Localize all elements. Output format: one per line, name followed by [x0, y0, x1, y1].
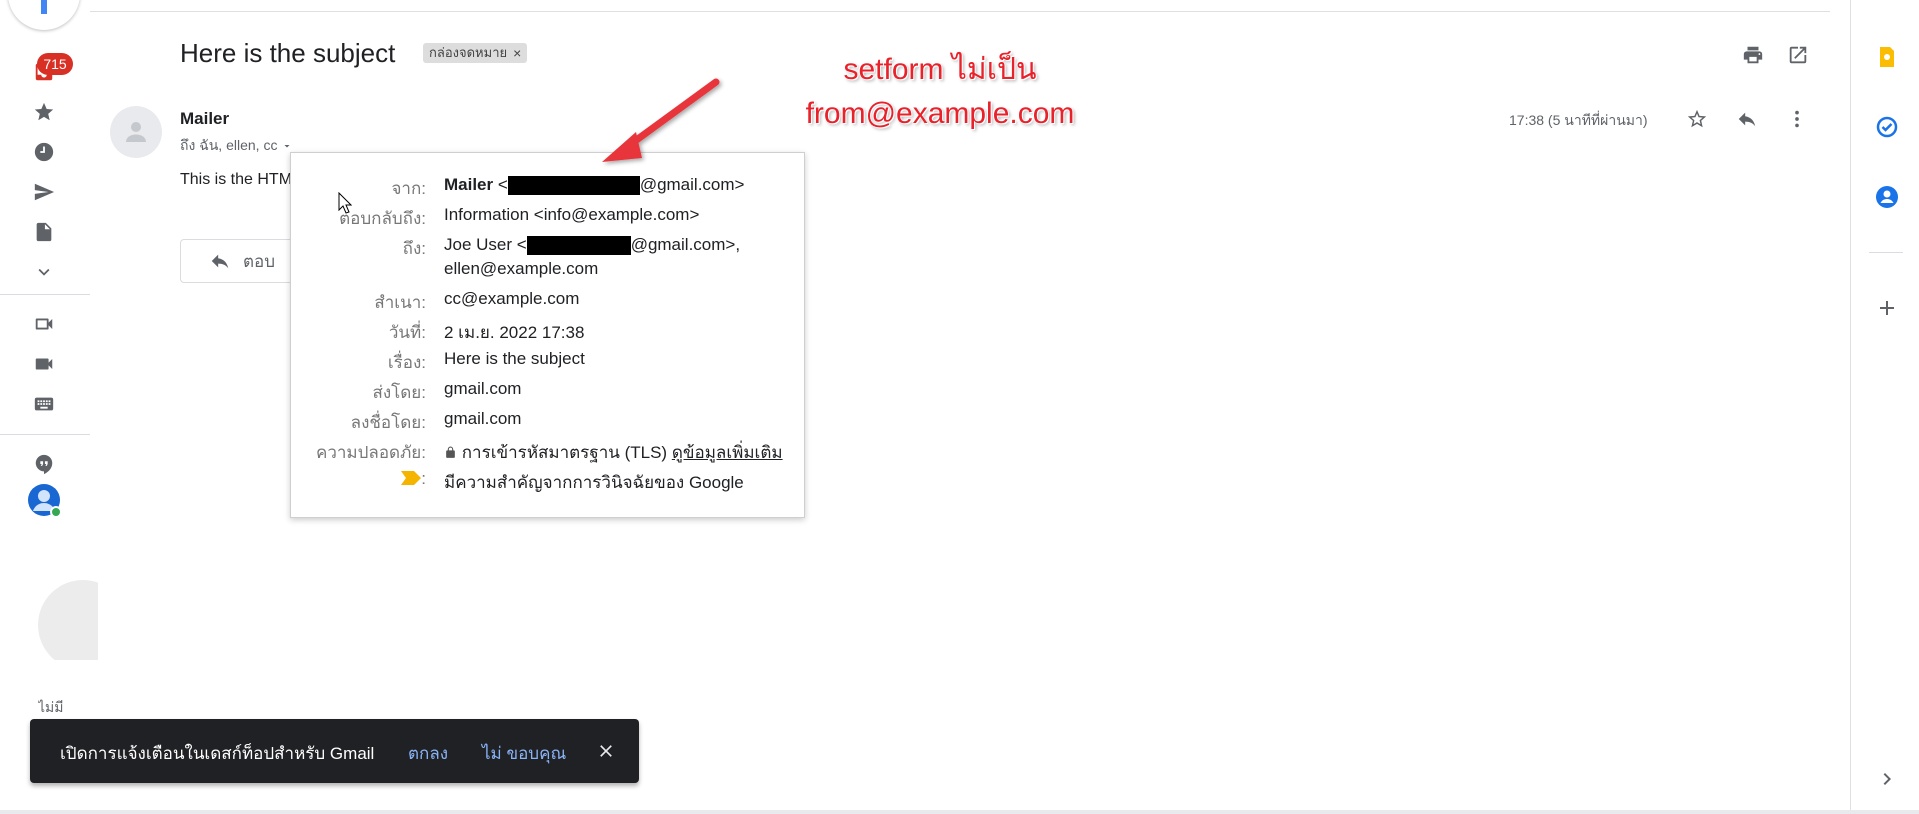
- chevron-down-icon[interactable]: [28, 256, 60, 288]
- close-icon[interactable]: [596, 741, 618, 763]
- importance-value: มีความสำคัญจากการวินิจฉัยของ Google: [444, 473, 744, 492]
- to-second-value: ellen@example.com: [444, 259, 599, 278]
- more-options-icon[interactable]: [1782, 104, 1812, 134]
- reply-icon[interactable]: [1732, 104, 1762, 134]
- cc-label: สำเนา:: [374, 293, 426, 312]
- date-label: วันที่:: [388, 323, 426, 342]
- signed-by-value: gmail.com: [444, 409, 522, 428]
- user-avatar-icon[interactable]: [28, 484, 60, 516]
- chevron-right-icon[interactable]: [1874, 766, 1900, 792]
- date-value: 2 เม.ย. 2022 17:38: [444, 323, 585, 342]
- side-divider: [1869, 252, 1903, 253]
- reply-arrow-icon: [211, 254, 229, 269]
- subject-value: Here is the subject: [444, 349, 585, 368]
- to-name: Joe User <: [444, 235, 527, 254]
- annotation-arrow: [602, 78, 720, 162]
- from-value: Mailer < @gmail.com>: [444, 175, 745, 196]
- clock-icon[interactable]: [28, 136, 60, 168]
- mailed-by-label: ส่งโดย:: [372, 383, 426, 402]
- recipients-summary: ถึง ฉัน, ellen, cc: [180, 137, 278, 153]
- print-icon[interactable]: [1738, 40, 1768, 70]
- rail-divider: [0, 294, 90, 295]
- reply-to-label: ตอบกลับถึง:: [339, 209, 426, 228]
- inbox-label-chip[interactable]: กล่องจดหมาย ×: [423, 43, 528, 63]
- keep-icon[interactable]: [1874, 44, 1900, 70]
- label-remove-icon[interactable]: ×: [513, 43, 521, 63]
- tls-text: การเข้ารหัสมาตรฐาน (TLS): [461, 443, 668, 462]
- add-addon-icon[interactable]: [1874, 295, 1900, 321]
- lock-icon: [444, 443, 457, 462]
- to-domain: @gmail.com>,: [630, 235, 741, 254]
- message-details-popup: จาก: Mailer < @gmail.com> ตอบกลับถึง: Inf…: [290, 152, 805, 518]
- chat-placeholder-avatar: [38, 580, 98, 660]
- left-nav-rail: 715 ไม่มี: [0, 0, 98, 814]
- hangouts-icon[interactable]: [28, 448, 60, 480]
- compose-plus-icon: [41, 0, 47, 14]
- video-camera-icon[interactable]: [28, 348, 60, 380]
- open-in-new-window-icon[interactable]: [1783, 40, 1813, 70]
- annotation-line-1: setform ไม่เป็น: [843, 53, 1037, 86]
- label-chip-text: กล่องจดหมาย: [429, 45, 508, 60]
- star-icon[interactable]: [28, 96, 60, 128]
- rail-divider: [0, 434, 90, 435]
- cc-value: cc@example.com: [444, 289, 580, 308]
- send-icon[interactable]: [28, 176, 60, 208]
- unread-count-badge: 715: [37, 53, 73, 75]
- redaction-bar: [507, 176, 640, 196]
- snackbar-no-thanks-button[interactable]: ไม่ ขอบคุณ: [482, 740, 566, 767]
- from-open: <: [497, 175, 508, 194]
- tasks-icon[interactable]: [1874, 114, 1900, 140]
- toolbar-divider: [90, 11, 1830, 12]
- mailed-by-value: gmail.com: [444, 379, 522, 398]
- from-domain: @gmail.com>: [639, 175, 745, 194]
- video-new-meeting-icon[interactable]: [28, 308, 60, 340]
- contacts-icon[interactable]: [1874, 184, 1900, 210]
- desktop-notification-snackbar: เปิดการแจ้งเตือนในเดสก์ท็อปสำหรับ Gmail …: [30, 719, 639, 783]
- redaction-bar: [526, 236, 631, 256]
- email-subject: Here is the subject: [180, 38, 396, 68]
- from-label: จาก:: [391, 179, 426, 198]
- security-value: การเข้ารหัสมาตรฐาน (TLS) ดูข้อมูลเพิ่มเต…: [444, 439, 783, 466]
- signed-by-label: ลงชื่อโดย:: [350, 413, 426, 432]
- draft-icon[interactable]: [28, 216, 60, 248]
- keyboard-icon[interactable]: [28, 388, 60, 420]
- subject-label: เรื่อง:: [387, 353, 426, 372]
- chat-empty-text: ไม่มี: [38, 699, 64, 715]
- to-label: ถึง:: [402, 239, 426, 258]
- security-label: ความปลอดภัย:: [315, 443, 426, 462]
- to-value: Joe User < @gmail.com>,: [444, 235, 741, 256]
- recipients-toggle[interactable]: ถึง ฉัน, ellen, cc: [180, 135, 293, 157]
- sender-avatar: [110, 106, 162, 158]
- star-message-icon[interactable]: [1682, 104, 1712, 134]
- reply-to-value: Information <info@example.com>: [444, 205, 700, 224]
- annotation-text: setform ไม่เป็น from@example.com: [770, 48, 1110, 136]
- person-icon: [126, 122, 146, 142]
- bottom-strip: [0, 810, 1919, 814]
- caret-down-icon[interactable]: [281, 140, 293, 152]
- importance-label: :: [401, 469, 426, 489]
- annotation-line-2: from@example.com: [805, 97, 1075, 130]
- reply-button-label: ตอบ: [243, 251, 276, 271]
- message-time: 17:38 (5 นาทีที่ผ่านมา): [1509, 112, 1648, 128]
- compose-button[interactable]: [8, 0, 80, 30]
- sender-name: Mailer: [180, 109, 230, 128]
- snackbar-ok-button[interactable]: ตกลง: [408, 740, 448, 767]
- learn-more-link[interactable]: ดูข้อมูลเพิ่มเติม: [672, 443, 783, 462]
- from-name: Mailer: [444, 175, 494, 194]
- importance-marker-icon: [401, 471, 422, 485]
- snackbar-message: เปิดการแจ้งเตือนในเดสก์ท็อปสำหรับ Gmail: [60, 744, 375, 763]
- message-body: This is the HTM: [180, 171, 293, 188]
- side-panel: [1850, 0, 1919, 814]
- mouse-cursor-icon: [338, 192, 352, 214]
